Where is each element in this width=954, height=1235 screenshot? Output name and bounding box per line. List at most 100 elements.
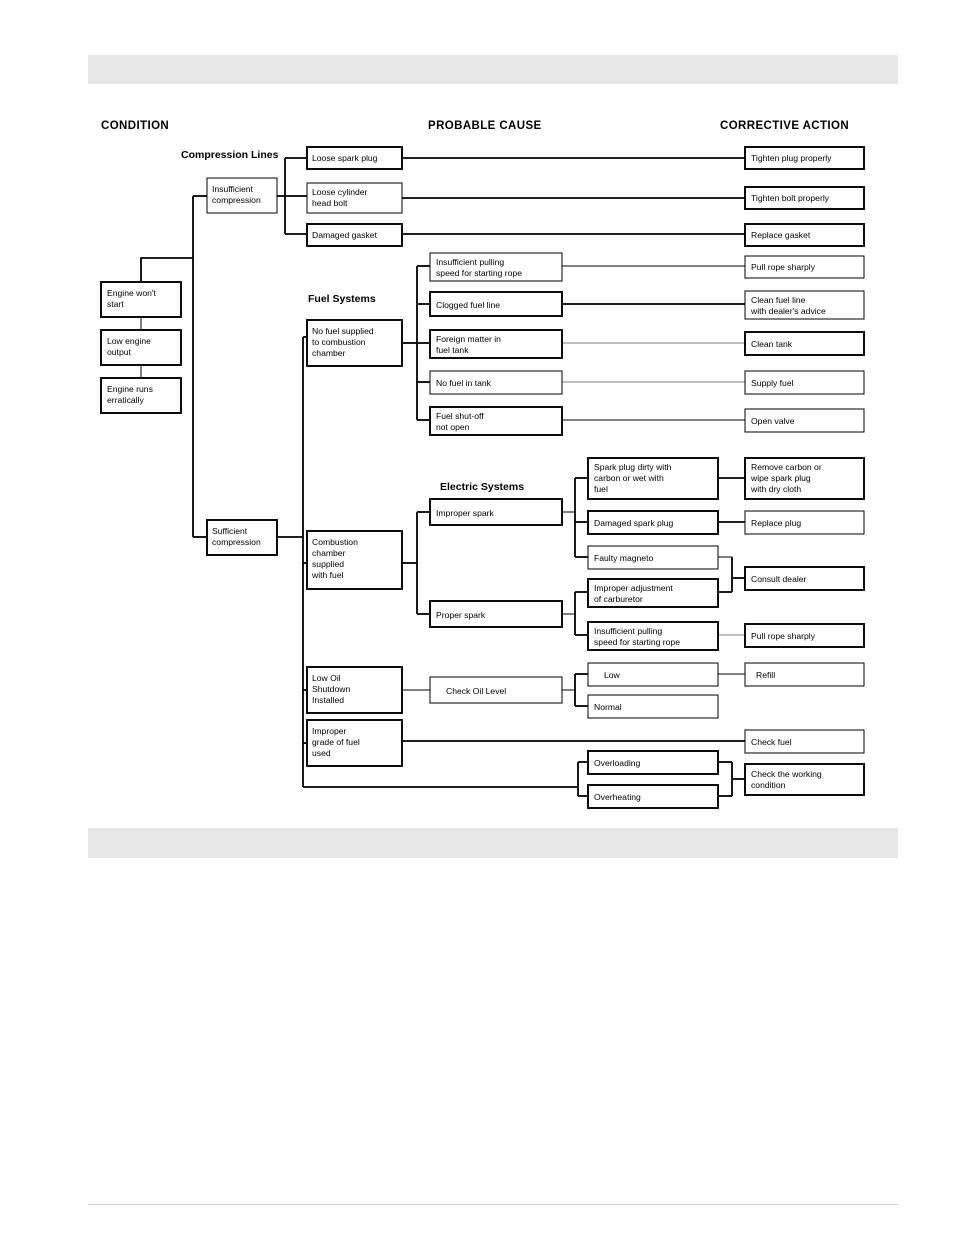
cause-label: Improper adjustment [594,583,673,593]
spark-boxes: Improper spark Proper spark Check Oil Le… [429,498,563,704]
action-box-supply-fuel[interactable]: Supply fuel [744,370,865,395]
cause-label: Normal [594,702,622,712]
cause-label: Damaged spark plug [594,518,674,528]
cause-label: Insufficient pulling [594,626,662,636]
cause-label: Loose cylinder [312,187,368,197]
cause-box-no-fuel-in-tank[interactable]: No fuel in tank [429,370,563,395]
cause-box-oil-level-low[interactable]: Low [587,662,719,687]
cause-label: No fuel in tank [436,378,492,388]
column-heading-condition: CONDITION [101,120,169,132]
action-box-replace-gasket[interactable]: Replace gasket [744,223,865,247]
action-box-clean-tank[interactable]: Clean tank [744,331,865,356]
branch-label: Insufficient [212,184,254,194]
cause-box-overheating[interactable]: Overheating [587,784,719,809]
action-label: Tighten plug properly [751,153,832,163]
subsystem-box-combustion-chamber-supplied[interactable]: Combustion chamber supplied with fuel [306,530,403,590]
subsystem-label: chamber [312,548,346,558]
group-label-compression: Compression Lines [181,149,279,161]
condition-box-engine-runs-erratically[interactable]: Engine runs erratically [100,377,182,414]
action-box-replace-plug[interactable]: Replace plug [744,510,865,535]
action-label: Clean fuel line [751,295,806,305]
condition-label: start [107,299,124,309]
group-label-fuel: Fuel Systems [308,293,376,305]
cause-box-oil-level-normal[interactable]: Normal [587,694,719,719]
action-box-check-working-condition[interactable]: Check the working condition [744,763,865,796]
subsystem-label: Low Oil [312,673,341,683]
cause-label: Spark plug dirty with [594,462,672,472]
spark-box-proper-spark[interactable]: Proper spark [429,600,563,628]
action-label: wipe spark plug [750,473,811,483]
cause-label: Overloading [594,758,641,768]
action-box-clean-fuel-line[interactable]: Clean fuel line with dealer's advice [744,290,865,320]
troubleshooting-flowchart: CONDITION PROBABLE CAUSE CORRECTIVE ACTI… [0,0,954,1235]
action-box-tighten-plug-properly[interactable]: Tighten plug properly [744,146,865,170]
cause-label: Damaged gasket [312,230,378,240]
action-box-refill[interactable]: Refill [744,662,865,687]
condition-box-low-engine-output[interactable]: Low engine output [100,329,182,366]
cause-box-loose-spark-plug[interactable]: Loose spark plug [306,146,403,170]
cause-box-faulty-magneto[interactable]: Faulty magneto [587,545,719,570]
cause-label: Overheating [594,792,641,802]
cause-box-damaged-spark-plug[interactable]: Damaged spark plug [587,510,719,535]
action-box-pull-rope-sharply-2[interactable]: Pull rope sharply [744,623,865,648]
cause-box-loose-cylinder-head-bolt[interactable]: Loose cylinder head bolt [306,182,403,214]
cause-box-spark-plug-dirty[interactable]: Spark plug dirty with carbon or wet with… [587,457,719,500]
subsystem-boxes: No fuel supplied to combustion chamber C… [306,319,403,767]
subsystem-label: Shutdown [312,684,350,694]
cause-box-improper-adjustment-carburetor[interactable]: Improper adjustment of carburetor [587,578,719,608]
column-heading-corrective-action: CORRECTIVE ACTION [720,120,849,132]
cause-box-insufficient-pulling-speed-1[interactable]: Insufficient pulling speed for starting … [429,252,563,282]
action-box-check-fuel[interactable]: Check fuel [744,729,865,754]
cause-label: Faulty magneto [594,553,653,563]
action-box-open-valve[interactable]: Open valve [744,408,865,433]
subsystem-box-no-fuel-supplied[interactable]: No fuel supplied to combustion chamber [306,319,403,367]
spark-label: Proper spark [436,610,486,620]
action-label: Pull rope sharply [751,262,816,272]
action-box-tighten-bolt-properly[interactable]: Tighten bolt properly [744,186,865,210]
action-label: Check the working [751,769,822,779]
branch-label: compression [212,195,261,205]
cause-label: Foreign matter in [436,334,501,344]
cause-label: speed for starting rope [594,637,680,647]
column-heading-probable-cause: PROBABLE CAUSE [428,120,542,132]
cause-box-fuel-shutoff-not-open[interactable]: Fuel shut-off not open [429,406,563,436]
subsystem-label: No fuel supplied [312,326,374,336]
check-oil-level-label: Check Oil Level [446,686,506,696]
action-label: Open valve [751,416,795,426]
subsystem-label: Installed [312,695,344,705]
subsystem-box-improper-grade-of-fuel[interactable]: Improper grade of fuel used [306,719,403,767]
cause-label: fuel [594,484,608,494]
cause-box-overloading[interactable]: Overloading [587,750,719,775]
subsystem-label: chamber [312,348,346,358]
action-label: with dry cloth [750,484,801,494]
cause-box-insufficient-pulling-speed-2[interactable]: Insufficient pulling speed for starting … [587,621,719,651]
subsystem-label: Combustion [312,537,358,547]
condition-label: Engine runs [107,384,153,394]
condition-label: output [107,347,132,357]
action-label: Pull rope sharply [751,631,816,641]
action-box-pull-rope-sharply-1[interactable]: Pull rope sharply [744,255,865,279]
branch-label: compression [212,537,261,547]
cause-label: Clogged fuel line [436,300,500,310]
action-label: Check fuel [751,737,792,747]
condition-box-engine-wont-start[interactable]: Engine won't start [100,281,182,318]
spark-box-improper-spark[interactable]: Improper spark [429,498,563,526]
condition-label: Engine won't [107,288,157,298]
cause-box-foreign-matter-in-fuel-tank[interactable]: Foreign matter in fuel tank [429,329,563,359]
action-label: with dealer's advice [750,306,826,316]
action-label: Clean tank [751,339,793,349]
action-label: Remove carbon or [751,462,822,472]
group-label-electric: Electric Systems [440,481,524,493]
cause-box-clogged-fuel-line[interactable]: Clogged fuel line [429,291,563,317]
cause-label: of carburetor [594,594,643,604]
branch-box-insufficient-compression[interactable]: Insufficient compression [206,177,278,214]
cause-box-damaged-gasket[interactable]: Damaged gasket [306,223,403,247]
subsystem-box-low-oil-shutdown[interactable]: Low Oil Shutdown Installed [306,666,403,714]
cause-label: Loose spark plug [312,153,378,163]
action-label: Replace plug [751,518,801,528]
cause-label: carbon or wet with [594,473,664,483]
branch-box-sufficient-compression[interactable]: Sufficient compression [206,519,278,556]
action-box-remove-carbon[interactable]: Remove carbon or wipe spark plug with dr… [744,457,865,500]
check-oil-level-box[interactable]: Check Oil Level [429,676,563,704]
action-box-consult-dealer[interactable]: Consult dealer [744,566,865,591]
